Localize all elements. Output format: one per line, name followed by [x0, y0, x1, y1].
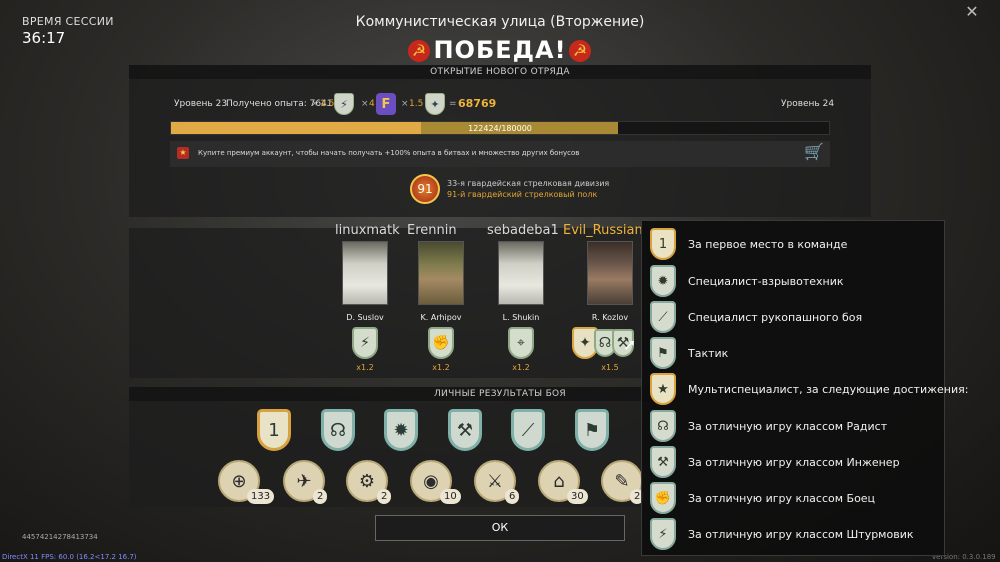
tooltip-item-text: Мультиспециалист, за следующие достижени…: [688, 382, 969, 396]
tooltip-item: ⟋ Специалист рукопашного боя: [650, 301, 863, 333]
equals-sign: =: [449, 99, 457, 109]
tooltip-item: ⚒ За отличную игру классом Инженер: [650, 446, 900, 478]
class-badge-icon: ✊: [428, 327, 454, 359]
f-booster-icon: F: [376, 93, 396, 115]
current-level: Уровень 23: [174, 99, 228, 109]
soldier-name: R. Kozlov: [591, 313, 629, 322]
tooltip-item-text: За отличную игру классом Радист: [688, 419, 888, 433]
tooltip-item-text: За отличную игру классом Боец: [688, 491, 876, 505]
map-name: Коммунистическая улица (Вторжение): [355, 14, 645, 30]
times-sign: ×: [401, 99, 409, 109]
achievements-tooltip: 1 За первое место в команде ✹ Специалист…: [641, 220, 968, 556]
tooltip-badge-icon: ☊: [650, 410, 676, 442]
achievement-badge[interactable]: 1: [257, 409, 291, 451]
ok-button[interactable]: ОК: [375, 515, 625, 541]
times-sign: ×: [311, 99, 319, 109]
tooltip-item: ✹ Специалист-взрывотехник: [650, 265, 844, 297]
award-count: 30: [567, 489, 588, 504]
achievement-badge[interactable]: ⟋: [511, 409, 545, 451]
soldier-portrait[interactable]: [498, 241, 544, 305]
progress-text: 122424/180000: [468, 124, 532, 133]
cursor-icon: ➚: [623, 335, 637, 354]
tooltip-item: ⚑ Тактик: [650, 337, 729, 369]
tooltip-badge-icon: ⚒: [650, 446, 676, 478]
tooltip-item: ★ Мультиспециалист, за следующие достиже…: [650, 373, 969, 405]
soldier-portrait[interactable]: [342, 241, 388, 305]
tooltip-item-text: Специалист-взрывотехник: [688, 274, 844, 288]
fps-counter: DirectX 11 FPS: 60.0 (16.2<17.2 16.7): [2, 553, 137, 561]
tooltip-item-text: За отличную игру классом Инженер: [688, 455, 900, 469]
star-icon-left: ☭: [408, 40, 430, 62]
tooltip-badge-icon: 1: [650, 228, 676, 260]
tooltip-badge-icon: ★: [650, 373, 676, 405]
tooltip-badge-icon: ⚑: [650, 337, 676, 369]
tooltip-item: ☊ За отличную игру классом Радист: [650, 410, 888, 442]
squad-badge-icon: ✦: [425, 93, 445, 115]
session-seed: 44574214278413734: [22, 533, 98, 541]
total-xp: 68769: [458, 97, 497, 110]
xp-multiplier: x1.2: [356, 363, 374, 372]
tooltip-badge-icon: ⚡: [650, 518, 676, 550]
player-name: Erennin: [407, 223, 457, 238]
xp-multiplier-2: 1.5: [409, 99, 424, 109]
class-badge-icon: ⚡: [352, 327, 378, 359]
xp-multiplier-f: 4: [369, 99, 375, 109]
division-name: 33-я гвардейская стрелковая дивизия: [447, 179, 610, 188]
star-icon-right: ☭: [569, 40, 591, 62]
premium-icon: ★: [177, 147, 189, 159]
achievement-badge[interactable]: ⚒: [448, 409, 482, 451]
tooltip-item-text: Тактик: [688, 346, 729, 360]
achievement-badge[interactable]: ⚑: [575, 409, 609, 451]
player-name: linuxmatk: [335, 223, 400, 238]
player-name-self: Evil_Russian: [563, 223, 643, 238]
xp-multiplier: x1.5: [601, 363, 619, 372]
tooltip-item-text: За отличную игру классом Штурмовик: [688, 527, 914, 541]
tooltip-badge-icon: ⟋: [650, 301, 676, 333]
regiment-name: 91-й гвардейский стрелковый полк: [447, 190, 598, 199]
player-name: sebadeba1: [487, 223, 559, 238]
xp-multiplier-1: 1.5: [320, 99, 335, 109]
soldier-name: D. Suslov: [346, 313, 384, 322]
level-progress-bar: 122424/180000: [170, 121, 830, 135]
award-count: 133: [247, 489, 275, 504]
premium-offer-text: Купите премиум аккаунт, чтобы начать пол…: [198, 149, 580, 157]
xp-multiplier: x1.2: [432, 363, 450, 372]
division-emblem-icon: 91: [410, 174, 440, 204]
award-count: 10: [440, 489, 461, 504]
cart-icon[interactable]: 🛒: [804, 142, 824, 161]
soldier-name: L. Shukin: [502, 313, 540, 322]
squad-unlock-title: ОТКРЫТИЕ НОВОГО ОТРЯДА: [129, 65, 871, 79]
tooltip-item-text: За первое место в команде: [688, 237, 848, 251]
tooltip-item: ⚡ За отличную игру классом Штурмовик: [650, 518, 914, 550]
tooltip-badge-icon: ✊: [650, 482, 676, 514]
times-sign: ×: [361, 99, 369, 109]
soldier-portrait[interactable]: [418, 241, 464, 305]
battle-result-title: ПОБЕДА!: [433, 36, 567, 64]
next-level: Уровень 24: [781, 99, 835, 109]
class-badge-icon: ⚡: [334, 93, 354, 115]
tooltip-item-text: Специалист рукопашного боя: [688, 310, 863, 324]
tooltip-item: 1 За первое место в команде: [650, 228, 848, 260]
achievement-badge[interactable]: ✹: [384, 409, 418, 451]
achievement-badge[interactable]: ☊: [321, 409, 355, 451]
class-badge-icon: ⌖: [508, 327, 534, 359]
xp-multiplier: x1.2: [512, 363, 530, 372]
soldier-name: K. Arhipov: [420, 313, 462, 322]
tooltip-badge-icon: ✹: [650, 265, 676, 297]
tooltip-item: ✊ За отличную игру классом Боец: [650, 482, 876, 514]
soldier-portrait[interactable]: [587, 241, 633, 305]
